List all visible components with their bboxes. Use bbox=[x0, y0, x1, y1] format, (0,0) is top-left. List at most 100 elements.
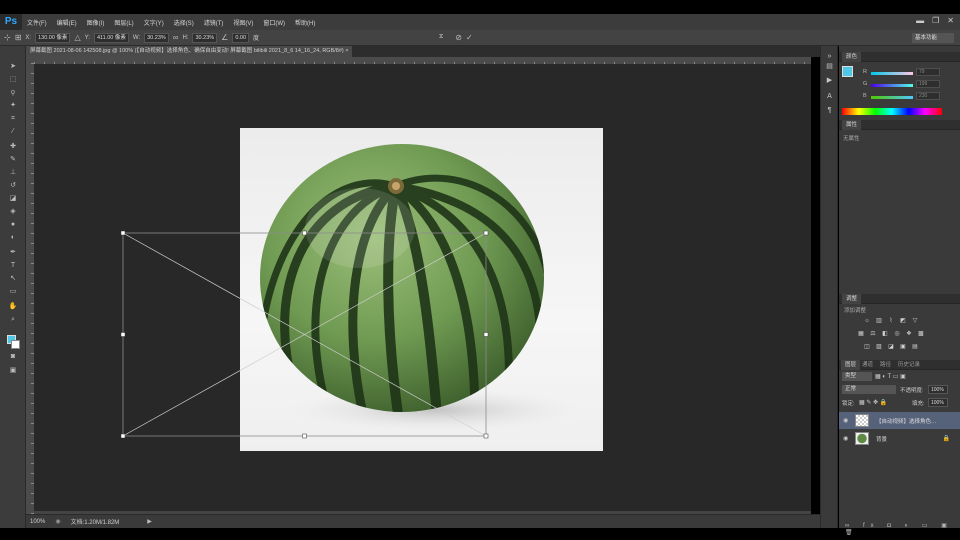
transform-handle-top[interactable] bbox=[302, 230, 307, 236]
cancel-icon[interactable]: ⊘ bbox=[455, 33, 462, 42]
channels-tab[interactable]: 通道 bbox=[859, 360, 876, 370]
canvas-area[interactable] bbox=[34, 65, 811, 514]
fill-field[interactable]: 100% bbox=[928, 398, 948, 407]
character-panel-icon[interactable]: A bbox=[824, 92, 835, 101]
quick-mask-icon[interactable]: ◙ bbox=[7, 352, 19, 362]
adjustments-panel-title[interactable]: 调整 bbox=[842, 294, 862, 304]
transform-tool-icon[interactable]: ⊹ bbox=[4, 33, 11, 42]
link-icon[interactable]: ∞ bbox=[173, 33, 179, 42]
paths-tab[interactable]: 路径 bbox=[877, 360, 894, 370]
warp-toggle-icon[interactable]: ⧖ bbox=[439, 34, 443, 41]
restore-button[interactable]: ❐ bbox=[932, 16, 939, 25]
transform-handle-left[interactable] bbox=[120, 332, 126, 337]
blend-mode-select[interactable]: 正常 bbox=[842, 385, 896, 394]
levels-icon[interactable]: ▥ bbox=[875, 318, 883, 325]
shape-tool-icon[interactable]: ▭ bbox=[7, 287, 19, 297]
transform-handle-bottom-right[interactable] bbox=[483, 433, 489, 439]
transform-handle-top-right[interactable] bbox=[483, 230, 489, 236]
commit-icon[interactable]: ✓ bbox=[466, 33, 473, 42]
threshold-icon[interactable]: ◪ bbox=[887, 344, 895, 351]
lock-icons[interactable]: ▦ ✎ ✥ 🔒 bbox=[859, 399, 887, 406]
menu-filter[interactable]: 滤镜(T) bbox=[199, 18, 229, 27]
menu-window[interactable]: 窗口(W) bbox=[258, 18, 290, 27]
transform-bounding-box[interactable] bbox=[34, 65, 811, 514]
black-white-icon[interactable]: ◧ bbox=[881, 331, 889, 338]
background-color-swatch[interactable] bbox=[11, 340, 20, 349]
color-balance-icon[interactable]: ⚖ bbox=[869, 331, 877, 338]
brush-tool-icon[interactable]: ✎ bbox=[7, 155, 19, 165]
y-position-field[interactable]: 411.00 像素 bbox=[93, 32, 129, 43]
hand-tool-icon[interactable]: ✋ bbox=[7, 302, 19, 312]
red-slider[interactable]: R 79 bbox=[843, 68, 956, 77]
width-field[interactable]: 30.23% bbox=[144, 32, 169, 43]
invert-icon[interactable]: ◫ bbox=[863, 344, 871, 351]
photo-filter-icon[interactable]: ◎ bbox=[893, 331, 901, 338]
history-tab[interactable]: 历史记录 bbox=[895, 360, 923, 370]
history-panel-icon[interactable]: ▤ bbox=[824, 62, 835, 71]
paragraph-panel-icon[interactable]: ¶ bbox=[824, 106, 835, 115]
color-panel-title[interactable]: 颜色 bbox=[842, 52, 862, 62]
channel-mixer-icon[interactable]: ❖ bbox=[905, 331, 913, 338]
layers-tab[interactable]: 图层 bbox=[841, 360, 861, 370]
layer-row-background[interactable]: ◉ 背景 🔒 bbox=[839, 430, 960, 447]
properties-panel-title[interactable]: 属性 bbox=[842, 120, 862, 130]
opacity-field[interactable]: 100% bbox=[928, 385, 948, 394]
zoom-tool-icon[interactable]: ⌕ bbox=[7, 315, 19, 325]
healing-brush-icon[interactable]: ✚ bbox=[7, 142, 19, 152]
collapse-arrows-icon[interactable]: » bbox=[824, 52, 835, 61]
reference-point-icon[interactable]: ⊞ bbox=[15, 33, 22, 42]
brightness-icon[interactable]: ☼ bbox=[863, 318, 871, 325]
layers-footer-icons[interactable]: ∞ fx ◘ ◐ ▭ ▣ 🗑 bbox=[845, 522, 960, 536]
hue-saturation-icon[interactable]: ▦ bbox=[857, 331, 865, 338]
curves-icon[interactable]: ⌇ bbox=[887, 318, 895, 325]
transform-handle-bottom-left[interactable] bbox=[120, 433, 126, 439]
menu-edit[interactable]: 编辑(E) bbox=[52, 18, 82, 27]
transform-handle-bottom[interactable] bbox=[302, 433, 307, 439]
angle-field[interactable]: 0.00 bbox=[232, 32, 250, 43]
posterize-icon[interactable]: ▨ bbox=[875, 344, 883, 351]
menu-layer[interactable]: 图层(L) bbox=[109, 18, 138, 27]
close-button[interactable]: ✕ bbox=[947, 16, 954, 25]
height-field[interactable]: 30.23% bbox=[192, 32, 218, 43]
visibility-eye-icon[interactable]: ◉ bbox=[843, 417, 848, 424]
lasso-tool-icon[interactable]: ϙ bbox=[7, 88, 19, 98]
color-lookup-icon[interactable]: ▩ bbox=[917, 331, 925, 338]
workspace-select[interactable]: 基本功能 bbox=[912, 33, 954, 43]
visibility-eye-icon[interactable]: ◉ bbox=[843, 435, 848, 442]
blue-slider[interactable]: B 230 bbox=[843, 92, 956, 101]
layer-name[interactable]: 背景 bbox=[876, 435, 887, 443]
menu-view[interactable]: 视图(V) bbox=[228, 18, 258, 27]
blur-tool-icon[interactable]: ● bbox=[7, 220, 19, 230]
selective-color-icon[interactable]: ▣ bbox=[899, 344, 907, 351]
exposure-icon[interactable]: ◩ bbox=[899, 318, 907, 325]
color-spectrum-ramp[interactable] bbox=[842, 108, 942, 115]
vibrance-icon[interactable]: ▽ bbox=[911, 318, 919, 325]
gradient-map-icon[interactable]: ▤ bbox=[911, 344, 919, 351]
menu-type[interactable]: 文字(Y) bbox=[139, 18, 169, 27]
transform-handle-right[interactable] bbox=[483, 332, 489, 337]
clone-stamp-icon[interactable]: ⊥ bbox=[7, 168, 19, 178]
eraser-tool-icon[interactable]: ◪ bbox=[7, 194, 19, 204]
history-brush-icon[interactable]: ↺ bbox=[7, 181, 19, 191]
horizontal-ruler[interactable] bbox=[34, 57, 811, 65]
menu-image[interactable]: 图像(I) bbox=[82, 18, 110, 27]
crop-tool-icon[interactable]: ⌗ bbox=[7, 114, 19, 124]
layer-row-selected[interactable]: ◉ 【自动视频】选择角色… bbox=[839, 412, 960, 429]
eyedropper-tool-icon[interactable]: ⁄ bbox=[7, 127, 19, 137]
marquee-tool-icon[interactable]: ⬚ bbox=[7, 75, 19, 85]
quick-select-tool-icon[interactable]: ✦ bbox=[7, 101, 19, 111]
x-position-field[interactable]: 130.00 像素 bbox=[35, 32, 71, 43]
transform-handle-top-left[interactable] bbox=[120, 230, 126, 236]
layer-kind-filter[interactable]: 类型 bbox=[842, 372, 872, 381]
pen-tool-icon[interactable]: ✒ bbox=[7, 248, 19, 258]
layer-filter-icons[interactable]: ▦ ◐ T ▭ ▣ bbox=[875, 373, 906, 380]
dodge-tool-icon[interactable]: ◐ bbox=[7, 233, 19, 243]
vertical-ruler[interactable] bbox=[26, 57, 34, 514]
paint-bucket-icon[interactable]: ◈ bbox=[7, 207, 19, 217]
actions-panel-icon[interactable]: ▶ bbox=[824, 76, 835, 85]
move-tool-icon[interactable]: ➤ bbox=[7, 62, 19, 72]
screen-mode-icon[interactable]: ▣ bbox=[7, 366, 19, 376]
minimize-button[interactable]: ▬ bbox=[916, 16, 924, 25]
layer-name[interactable]: 【自动视频】选择角色… bbox=[876, 417, 937, 425]
path-select-icon[interactable]: ↖ bbox=[7, 274, 19, 284]
